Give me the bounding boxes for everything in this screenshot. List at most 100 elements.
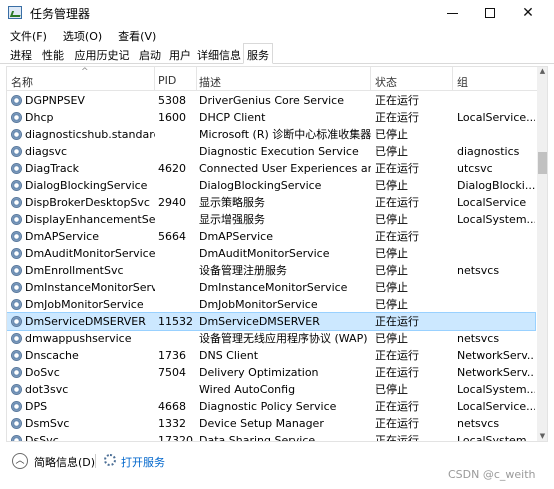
service-status: 已停止 [375, 213, 408, 226]
menu-options[interactable]: 选项(O) [53, 26, 108, 45]
service-name: DialogBlockingService [25, 179, 148, 192]
service-status: 已停止 [375, 247, 408, 260]
title-bar[interactable]: 任务管理器 ✕ [0, 0, 554, 26]
table-row[interactable]: DmAPService 5664 DmAPService 正在运行 [7, 228, 535, 245]
column-status[interactable]: 状态 [371, 67, 453, 91]
service-pid: 7504 [158, 366, 186, 379]
service-name: DmInstanceMonitorServi... [25, 281, 155, 294]
column-name[interactable]: 名称 [7, 67, 155, 91]
service-status: 已停止 [375, 383, 408, 396]
service-name: DiagTrack [25, 162, 80, 175]
table-row[interactable]: dot3svc Wired AutoConfig 已停止 LocalSystem... [7, 381, 535, 398]
service-gear-icon [11, 350, 22, 361]
service-status: 正在运行 [375, 349, 419, 362]
chevron-up-icon[interactable]: ︿ [12, 453, 28, 469]
table-row[interactable]: DmAuditMonitorService DmAuditMonitorServi… [7, 245, 535, 262]
services-gear-icon[interactable] [104, 454, 116, 466]
table-row[interactable]: DGPNPSEV 5308 DriverGenius Core Service 正在运… [7, 92, 535, 109]
table-row[interactable]: DiagTrack 4620 Connected User Experiences … [7, 160, 535, 177]
service-description: Delivery Optimization [199, 366, 319, 379]
service-group: LocalService [457, 196, 527, 209]
minimize-button[interactable] [434, 0, 470, 26]
service-pid [158, 211, 196, 228]
services-table: ^ 名称 PID 描述 状态 组 DGPNPSEV 5308 DriverGeniu… [6, 66, 548, 442]
column-group[interactable]: 组 [453, 67, 537, 91]
service-name: diagnosticshub.standard... [25, 128, 155, 141]
tab-services[interactable]: 服务 [243, 43, 273, 64]
service-gear-icon [11, 384, 22, 395]
open-services-link[interactable]: 打开服务 [121, 454, 165, 470]
task-manager-window: 任务管理器 ✕ 文件(F) 选项(O) 查看(V) 进程 性能 应用历史记录 启… [0, 0, 554, 489]
menu-file[interactable]: 文件(F) [0, 26, 53, 45]
service-group [457, 245, 535, 262]
tab-performance[interactable]: 性能 [38, 44, 68, 64]
service-group: netsvcs [457, 417, 500, 430]
table-row[interactable]: DialogBlockingService DialogBlockingServi… [7, 177, 535, 194]
tab-startup[interactable]: 启动 [136, 44, 164, 64]
service-gear-icon [11, 129, 22, 140]
fewer-details-link[interactable]: 简略信息(D) [34, 454, 95, 470]
service-pid [158, 143, 196, 160]
scroll-up-icon[interactable]: ▲ [537, 67, 547, 78]
services-list: DGPNPSEV 5308 DriverGenius Core Service 正在运… [7, 92, 536, 442]
table-row[interactable]: DPS 4668 Diagnostic Policy Service 正在运行 Loca… [7, 398, 535, 415]
table-row[interactable]: DmServiceDMSERVER 11532 DmServiceDMSERVER 正… [7, 312, 536, 331]
service-gear-icon [11, 282, 22, 293]
service-status: 正在运行 [375, 196, 419, 209]
maximize-button[interactable] [472, 0, 508, 26]
service-gear-icon [11, 333, 22, 344]
table-row[interactable]: DispBrokerDesktopSvc 2940 显示策略服务 正在运行 LocalS… [7, 194, 535, 211]
service-group [457, 92, 535, 109]
table-row[interactable]: DisplayEnhancementServ... 显示增强服务 已停止 LocalS… [7, 211, 535, 228]
table-row[interactable]: DmJobMonitorService DmJobMonitorService 已停… [7, 296, 535, 313]
tab-details[interactable]: 详细信息 [196, 44, 242, 64]
service-description: DmServiceDMSERVER [199, 315, 320, 328]
table-row[interactable]: DsmSvc 1332 Device Setup Manager 正在运行 netsvc… [7, 415, 535, 432]
service-group: utcsvc [457, 162, 493, 175]
service-status: 已停止 [375, 145, 408, 158]
table-row[interactable]: DsSvc 17320 Data Sharing Service 正在运行 LocalS… [7, 432, 535, 442]
service-name: diagsvc [25, 145, 68, 158]
footer-divider [95, 454, 96, 468]
service-description: 设备管理无线应用程序协议 (WAP) ... [199, 332, 371, 345]
service-description: Diagnostic Execution Service [199, 145, 359, 158]
table-row[interactable]: DmEnrollmentSvc 设备管理注册服务 已停止 netsvcs [7, 262, 535, 279]
scroll-down-icon[interactable]: ▼ [537, 432, 547, 441]
vertical-scrollbar[interactable]: ▲ ▼ [537, 67, 547, 441]
column-pid[interactable]: PID [155, 67, 197, 91]
service-status: 已停止 [375, 128, 408, 141]
tab-app-history[interactable]: 应用历史记录 [70, 44, 134, 78]
service-description: DriverGenius Core Service [199, 94, 344, 107]
table-row[interactable]: DmInstanceMonitorServi... DmInstanceMonit… [7, 279, 535, 296]
service-status: 正在运行 [375, 366, 419, 379]
table-row[interactable]: Dhcp 1600 DHCP Client 正在运行 LocalService... [7, 109, 535, 126]
service-status: 正在运行 [375, 94, 419, 107]
table-row[interactable]: DoSvc 7504 Delivery Optimization 正在运行 Networ… [7, 364, 535, 381]
service-description: Wired AutoConfig [199, 383, 296, 396]
service-status: 已停止 [375, 298, 408, 311]
service-status: 正在运行 [375, 111, 419, 124]
service-name: DsSvc [25, 434, 59, 442]
service-pid: 1332 [158, 417, 186, 430]
menu-view[interactable]: 查看(V) [108, 26, 162, 45]
tab-users[interactable]: 用户 [166, 44, 194, 64]
maximize-icon [485, 8, 495, 18]
tab-processes[interactable]: 进程 [6, 44, 36, 64]
service-name: DGPNPSEV [25, 94, 85, 107]
service-pid [158, 177, 196, 194]
scroll-thumb[interactable] [538, 152, 547, 174]
service-group: NetworkServ... [457, 366, 535, 379]
tab-strip: 进程 性能 应用历史记录 启动 用户 详细信息 服务 [0, 43, 554, 78]
table-row[interactable]: Dnscache 1736 DNS Client 正在运行 NetworkServ... [7, 347, 535, 364]
service-status: 正在运行 [375, 162, 419, 175]
table-row[interactable]: diagsvc Diagnostic Execution Service 已停止 di… [7, 143, 535, 160]
close-button[interactable]: ✕ [510, 0, 546, 26]
service-description: DmInstanceMonitorService [199, 281, 348, 294]
service-description: DmAuditMonitorService [199, 247, 330, 260]
service-gear-icon [11, 265, 22, 276]
table-row[interactable]: diagnosticshub.standard... Microsoft (R) … [7, 126, 535, 143]
table-row[interactable]: dmwappushservice 设备管理无线应用程序协议 (WAP) ... 已停… [7, 330, 535, 347]
minimize-icon [446, 12, 458, 14]
service-description: DmAPService [199, 230, 273, 243]
column-description[interactable]: 描述 [197, 67, 371, 91]
